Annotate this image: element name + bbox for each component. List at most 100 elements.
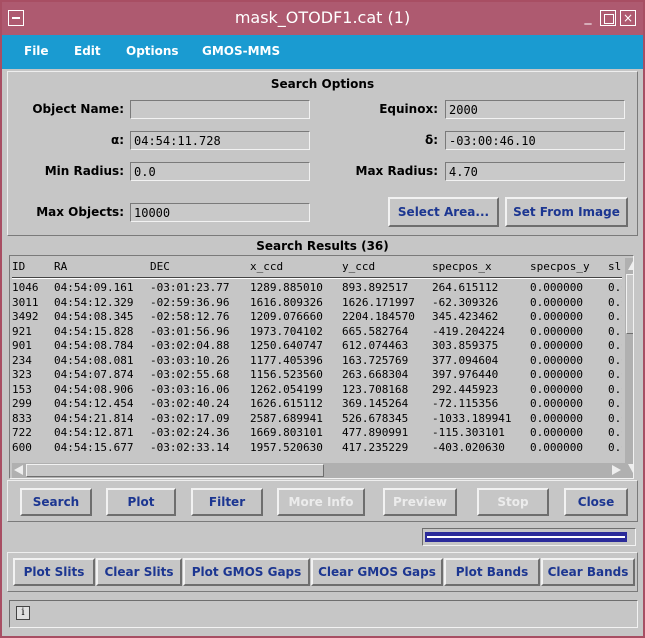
- table-cell: 477.890991: [342, 426, 409, 439]
- plot-slits-button[interactable]: Plot Slits: [13, 558, 95, 586]
- table-row[interactable]: 299 04:54:12.454 -03:02:40.24 1626.615112 36…: [12, 397, 622, 412]
- table-cell: 04:54:21.814: [54, 411, 134, 425]
- vertical-scrollbar[interactable]: [625, 258, 633, 478]
- table-cell: 0.0: [608, 411, 622, 425]
- clear-slits-button[interactable]: Clear Slits: [96, 558, 182, 586]
- table-row[interactable]: 722 04:54:12.871 -03:02:24.36 1669.803101 47…: [12, 426, 622, 441]
- table-cell: -03:02:17.09: [150, 411, 230, 425]
- table-cell: -03:02:04.88: [150, 339, 230, 352]
- close-icon[interactable]: ×: [620, 10, 636, 26]
- column-header[interactable]: specpos_x: [432, 260, 492, 273]
- table-row[interactable]: 833 04:54:21.814 -03:02:17.09 2587.689941 52…: [12, 412, 622, 427]
- column-header[interactable]: specpos_y: [530, 260, 590, 273]
- table-row[interactable]: 1046 04:54:09.161 -03:01:23.77 1289.885010 8…: [12, 281, 622, 296]
- table-cell: 1669.803101: [250, 426, 323, 439]
- select-area-button[interactable]: Select Area...: [388, 197, 499, 227]
- header-divider: [12, 277, 622, 279]
- table-cell: -03:01:23.77: [150, 281, 230, 294]
- table-row[interactable]: 234 04:54:08.081 -03:03:10.26 1177.405396 16…: [12, 354, 622, 369]
- scroll-down-icon[interactable]: [628, 464, 633, 473]
- clear-bands-button[interactable]: Clear Bands: [541, 558, 635, 586]
- object-name-input[interactable]: [130, 100, 310, 119]
- results-table-body[interactable]: 1046 04:54:09.161 -03:01:23.77 1289.885010 8…: [12, 281, 622, 459]
- table-row[interactable]: 901 04:54:08.784 -03:02:04.88 1250.640747 61…: [12, 339, 622, 354]
- table-cell: 1156.523560: [250, 368, 323, 381]
- horizontal-scroll-thumb[interactable]: [26, 464, 324, 477]
- filter-button[interactable]: Filter: [191, 488, 263, 516]
- search-button[interactable]: Search: [20, 488, 92, 516]
- table-cell: 153: [12, 382, 32, 396]
- results-table: ID RA DEC x_ccd y_ccd specpos_x specpos_y sl 10…: [9, 255, 634, 479]
- gmos-buttons-panel: Plot Slits Clear Slits Plot GMOS Gaps Cl…: [7, 552, 638, 592]
- plot-gmos-gaps-button[interactable]: Plot GMOS Gaps: [183, 558, 310, 586]
- table-cell: 0.0: [608, 368, 622, 381]
- column-header[interactable]: ID: [12, 260, 25, 273]
- menu-bar: File Edit Options GMOS-MMS: [2, 35, 643, 69]
- scroll-up-icon[interactable]: [628, 261, 633, 270]
- table-cell: 0.000000: [530, 440, 583, 454]
- table-row[interactable]: 3492 04:54:08.345 -02:58:12.76 1209.076660 2…: [12, 310, 622, 325]
- table-row[interactable]: 3011 04:54:12.329 -02:59:36.96 1616.809326 1…: [12, 296, 622, 311]
- menu-gmos-mms[interactable]: GMOS-MMS: [202, 44, 280, 58]
- table-cell: -115.303101: [432, 426, 505, 439]
- equinox-input[interactable]: [445, 100, 625, 119]
- title-bar[interactable]: mask_OTODF1.cat (1) _ ×: [2, 2, 643, 35]
- table-cell: 1957.520630: [250, 440, 323, 454]
- table-cell: 0.000000: [530, 281, 583, 294]
- column-header[interactable]: sl: [608, 260, 621, 273]
- table-cell: 0.0: [608, 295, 622, 309]
- table-cell: 0.000000: [530, 426, 583, 439]
- menu-options[interactable]: Options: [126, 44, 179, 58]
- table-row[interactable]: 153 04:54:08.906 -03:03:16.06 1262.054199 12…: [12, 383, 622, 398]
- clear-gmos-gaps-button[interactable]: Clear GMOS Gaps: [311, 558, 443, 586]
- alpha-input[interactable]: [130, 131, 310, 150]
- table-cell: 04:54:07.874: [54, 368, 134, 381]
- table-cell: 3011: [12, 295, 39, 309]
- horizontal-scrollbar[interactable]: [12, 463, 625, 478]
- column-header[interactable]: RA: [54, 260, 67, 273]
- table-cell: -02:58:12.76: [150, 310, 230, 323]
- table-cell: -72.115356: [432, 397, 499, 410]
- scroll-left-icon[interactable]: [14, 465, 23, 475]
- delta-input[interactable]: [445, 131, 625, 150]
- table-cell: 0.0: [608, 382, 622, 396]
- table-cell: 1046: [12, 281, 39, 294]
- maximize-icon[interactable]: [600, 10, 616, 26]
- table-cell: 323: [12, 368, 32, 381]
- table-cell: 0.0: [608, 281, 622, 294]
- scroll-right-icon[interactable]: [612, 465, 621, 475]
- column-header[interactable]: DEC: [150, 260, 170, 273]
- table-cell: 163.725769: [342, 353, 409, 367]
- min-radius-input[interactable]: [130, 162, 310, 181]
- plot-button[interactable]: Plot: [106, 488, 176, 516]
- set-from-image-button[interactable]: Set From Image: [505, 197, 628, 227]
- plot-bands-button[interactable]: Plot Bands: [444, 558, 540, 586]
- more-info-button[interactable]: More Info: [277, 488, 365, 516]
- minimize-icon[interactable]: _: [580, 10, 596, 26]
- table-cell: 1209.076660: [250, 310, 323, 323]
- preview-button[interactable]: Preview: [383, 488, 457, 516]
- table-cell: 0.000000: [530, 411, 583, 425]
- table-row[interactable]: 323 04:54:07.874 -03:02:55.68 1156.523560 26…: [12, 368, 622, 383]
- table-cell: 04:54:09.161: [54, 281, 134, 294]
- table-cell: 0.0: [608, 324, 622, 338]
- menu-edit[interactable]: Edit: [74, 44, 101, 58]
- table-cell: -419.204224: [432, 324, 505, 338]
- table-cell: 234: [12, 353, 32, 367]
- max-radius-input[interactable]: [445, 162, 625, 181]
- object-name-label: Object Name:: [32, 102, 124, 116]
- table-cell: 921: [12, 324, 32, 338]
- close-button[interactable]: Close: [564, 488, 628, 516]
- vertical-scroll-thumb[interactable]: [626, 274, 633, 334]
- column-header[interactable]: x_ccd: [250, 260, 283, 273]
- stop-button[interactable]: Stop: [477, 488, 549, 516]
- table-row[interactable]: 600 04:54:15.677 -03:02:33.14 1957.520630 41…: [12, 441, 622, 456]
- table-cell: -03:01:56.96: [150, 324, 230, 338]
- table-row[interactable]: 921 04:54:15.828 -03:01:56.96 1973.704102 66…: [12, 325, 622, 340]
- max-objects-input[interactable]: [130, 203, 310, 222]
- table-cell: 04:54:12.454: [54, 397, 134, 410]
- menu-file[interactable]: File: [24, 44, 49, 58]
- column-header[interactable]: y_ccd: [342, 260, 375, 273]
- table-cell: 1973.704102: [250, 324, 323, 338]
- max-objects-label: Max Objects:: [36, 205, 124, 219]
